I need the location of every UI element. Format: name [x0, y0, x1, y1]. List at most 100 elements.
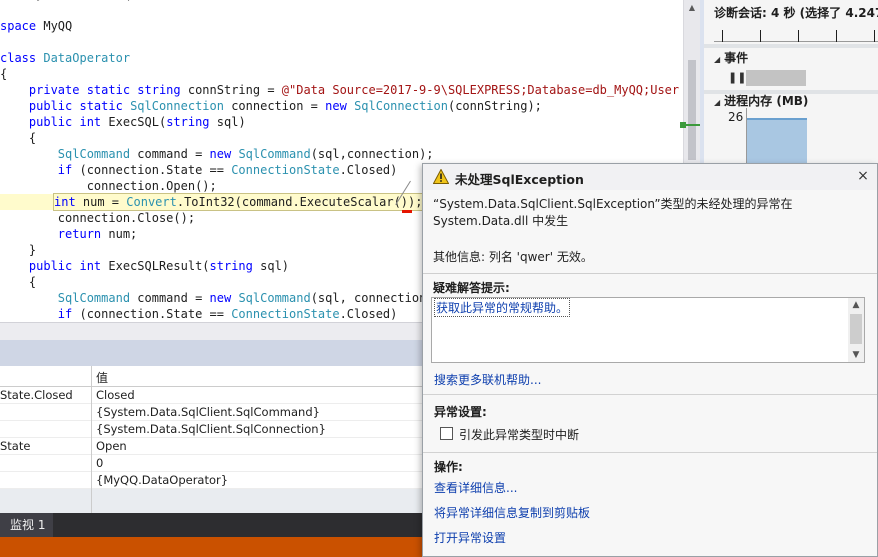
code-token: }	[0, 243, 37, 257]
scrollbar-thumb[interactable]	[850, 314, 862, 344]
code-token: private static string	[28, 83, 181, 97]
local-value: 0	[96, 456, 104, 470]
code-token: .Closed)	[339, 307, 398, 321]
code-token: num;	[101, 227, 138, 241]
copy-details-link[interactable]: 将异常详细信息复制到剪贴板	[434, 504, 590, 521]
code-token: (connString);	[447, 99, 542, 113]
view-details-link[interactable]: 查看详细信息...	[434, 479, 517, 496]
code-line-text: {	[0, 66, 7, 82]
code-token: return	[57, 227, 102, 241]
local-value: Closed	[96, 388, 135, 402]
code-token: SqlCommand	[238, 147, 311, 161]
code-token: MyQQ	[36, 19, 73, 33]
events-track	[746, 70, 806, 86]
code-token: (sql,connection);	[310, 147, 434, 161]
code-line[interactable]: public static SqlConnection connection =…	[0, 98, 683, 114]
code-line-text: public static SqlConnection connection =…	[0, 98, 542, 114]
local-value: {System.Data.SqlClient.SqlConnection}	[96, 422, 326, 436]
troubleshooting-header: 疑难解答提示:	[433, 281, 510, 295]
timeline-ruler[interactable]	[714, 24, 878, 42]
code-line-text: class DataOperator	[0, 50, 130, 66]
code-line-text: connection.Open();	[0, 178, 217, 194]
code-token: public int	[28, 259, 102, 273]
code-token: System.Data.SqlClient;	[0, 0, 188, 1]
timeline-tick	[798, 30, 799, 42]
timeline-tick	[760, 30, 761, 42]
code-line[interactable]: public int ExecSQL(string sql)	[0, 114, 683, 130]
code-token: sql)	[209, 115, 246, 129]
code-line-text: public int ExecSQLResult(string sql)	[0, 258, 289, 274]
events-header[interactable]: ◢ 事件	[714, 49, 748, 66]
code-token: string	[166, 115, 210, 129]
code-line-text: connection.Close();	[0, 210, 195, 226]
code-line-text: SqlCommand command = new SqlCommand(sql,…	[0, 290, 441, 306]
scrollbar-thumb[interactable]	[688, 60, 696, 160]
troubleshooting-list: 获取此异常的常规帮助。 ▲ ▼	[431, 297, 865, 363]
timeline-tick	[836, 30, 837, 42]
scroll-down-arrow-icon[interactable]: ▼	[848, 348, 864, 362]
code-line[interactable]	[0, 34, 683, 50]
local-name: State	[0, 439, 31, 453]
code-line[interactable]: {	[0, 66, 683, 82]
exception-separator	[423, 452, 877, 453]
code-line[interactable]	[0, 2, 683, 18]
scrollbar-position-marker	[684, 124, 700, 126]
code-token: DataOperator	[43, 51, 131, 65]
value-column-header[interactable]: 值	[96, 369, 108, 386]
code-line-text: }	[0, 242, 36, 258]
open-exception-settings-link[interactable]: 打开异常设置	[434, 529, 506, 546]
code-line-text: space MyQQ	[0, 18, 72, 34]
code-token: (connection.State ==	[72, 307, 232, 321]
timeline-tick	[722, 30, 723, 42]
scroll-up-arrow-icon[interactable]: ▲	[848, 298, 864, 312]
code-token: if	[57, 163, 73, 177]
break-on-exception-label[interactable]: 引发此异常类型时中断	[459, 426, 579, 443]
code-line[interactable]: {	[0, 130, 683, 146]
code-token: public int	[28, 115, 102, 129]
collapse-triangle-icon[interactable]: ◢	[714, 55, 720, 64]
code-token: connection.Open();	[0, 179, 217, 193]
exception-extra-info: 其他信息: 列名 'qwer' 无效。	[433, 250, 593, 264]
collapse-triangle-icon[interactable]: ◢	[714, 98, 720, 107]
break-on-exception-checkbox[interactable]	[440, 427, 453, 440]
code-line-text: if (connection.State == ConnectionState.…	[0, 306, 398, 322]
code-token: @"Data Source=2017-9-9\SQLEXPRESS;Databa…	[281, 83, 683, 97]
search-online-help-link[interactable]: 搜索更多联机帮助...	[434, 371, 541, 388]
local-value: {MyQQ.DataOperator}	[96, 473, 229, 487]
local-value: {System.Data.SqlClient.SqlCommand}	[96, 405, 320, 419]
code-line[interactable]: SqlCommand command = new SqlCommand(sql,…	[0, 146, 683, 162]
code-line-text: int num = Convert.ToInt32(command.Execut…	[52, 193, 424, 211]
code-line-text: {	[0, 274, 36, 290]
pause-icon[interactable]: ❚❚	[728, 71, 746, 84]
code-token: SqlCommand	[238, 291, 311, 305]
memory-header[interactable]: ◢ 进程内存 (MB)	[714, 92, 808, 109]
code-line[interactable]: private static string connString = @"Dat…	[0, 82, 683, 98]
code-line[interactable]: space MyQQ	[0, 18, 683, 34]
code-token: {	[0, 67, 8, 81]
code-token: .ToInt32(command.ExecuteScalar());	[176, 195, 423, 209]
scroll-up-arrow-icon[interactable]: ▲	[684, 0, 700, 16]
code-token: SqlCommand	[57, 147, 131, 161]
code-token: ConnectionState	[231, 307, 340, 321]
tab-watch-1[interactable]: 监视 1	[0, 513, 54, 537]
code-token: connection =	[223, 99, 326, 113]
troubleshooting-scrollbar[interactable]: ▲ ▼	[848, 298, 864, 362]
code-line[interactable]: class DataOperator	[0, 50, 683, 66]
code-token: connString =	[180, 83, 282, 97]
code-token: new	[325, 99, 347, 113]
code-token: ConnectionState	[231, 163, 340, 177]
local-value: Open	[96, 439, 127, 453]
close-icon[interactable]: ×	[855, 168, 871, 184]
exception-message: “System.Data.SqlClient.SqlException”类型的未…	[433, 197, 793, 228]
column-divider[interactable]	[91, 366, 92, 513]
code-token: public static	[28, 99, 123, 113]
exception-settings-header: 异常设置:	[434, 405, 487, 419]
general-help-link[interactable]: 获取此异常的常规帮助。	[433, 298, 571, 317]
